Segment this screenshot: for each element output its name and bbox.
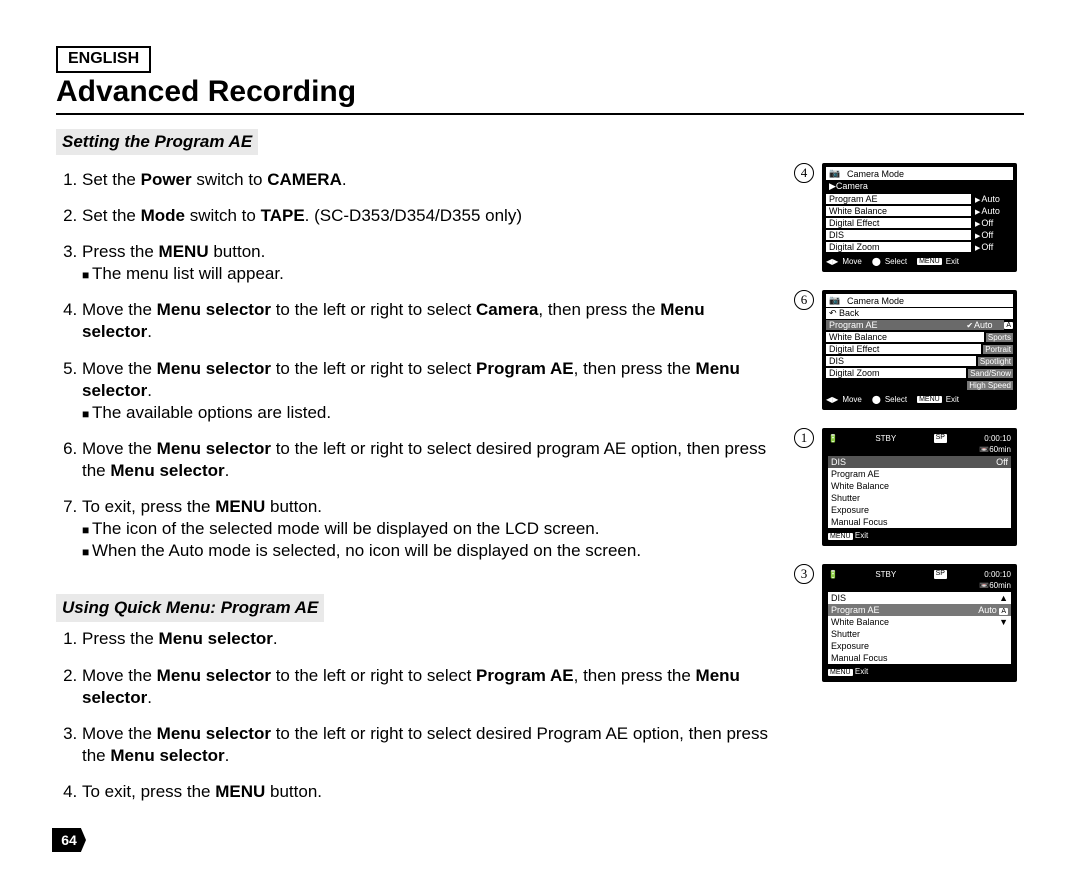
step-1: Set the Power switch to CAMERA.	[82, 169, 776, 191]
lcd-screen-6: 📷Camera Mode ↶ Back Program AEAutoA Whit…	[822, 290, 1017, 410]
lcd-screen-1: 🔋 STBY SP 0:00:10 📼 60min DISOff Program…	[822, 428, 1017, 546]
qstep-3: Move the Menu selector to the left or ri…	[82, 723, 776, 767]
page-title: Advanced Recording	[56, 75, 1024, 115]
step-2: Set the Mode switch to TAPE. (SC-D353/D3…	[82, 205, 776, 227]
lcd-screen-3: 🔋 STBY SP 0:00:10 📼 60min DIS▲ Program A…	[822, 564, 1017, 682]
step-3: Press the MENU button. ■The menu list wi…	[82, 241, 776, 285]
step-badge-3: 3	[794, 564, 814, 584]
step-badge-4: 4	[794, 163, 814, 183]
steps-list-1: Set the Power switch to CAMERA. Set the …	[62, 169, 776, 562]
step-badge-1: 1	[794, 428, 814, 448]
section-heading-2: Using Quick Menu: Program AE	[56, 594, 324, 622]
qstep-2: Move the Menu selector to the left or ri…	[82, 665, 776, 709]
step-5: Move the Menu selector to the left or ri…	[82, 358, 776, 424]
steps-list-2: Press the Menu selector. Move the Menu s…	[62, 628, 776, 803]
lcd-screen-4: 📷Camera Mode ▶Camera Program AEAuto Whit…	[822, 163, 1017, 272]
screen-illustrations: 4 📷Camera Mode ▶Camera Program AEAuto Wh…	[794, 163, 1024, 817]
qstep-1: Press the Menu selector.	[82, 628, 776, 650]
step-badge-6: 6	[794, 290, 814, 310]
language-label: ENGLISH	[56, 46, 151, 73]
step-6: Move the Menu selector to the left or ri…	[82, 438, 776, 482]
step-7: To exit, press the MENU button. ■The ico…	[82, 496, 776, 562]
page-number-badge: 64	[52, 828, 86, 852]
qstep-4: To exit, press the MENU button.	[82, 781, 776, 803]
step-4: Move the Menu selector to the left or ri…	[82, 299, 776, 343]
section-heading-1: Setting the Program AE	[56, 129, 258, 155]
